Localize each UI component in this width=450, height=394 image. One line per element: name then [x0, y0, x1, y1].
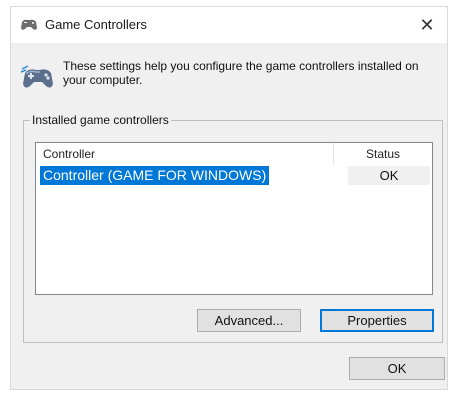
- window-title: Game Controllers: [45, 17, 147, 32]
- gamepad-icon: [19, 18, 39, 32]
- game-controllers-dialog: Game Controllers ✕ These settings help y…: [10, 6, 448, 390]
- ok-button[interactable]: OK: [349, 357, 445, 380]
- gamepad-icon: [20, 63, 56, 93]
- group-label: Installed game controllers: [30, 113, 171, 127]
- close-icon: ✕: [419, 14, 435, 35]
- properties-button[interactable]: Properties: [320, 309, 434, 332]
- controller-status-cell: OK: [348, 166, 430, 185]
- column-header-controller[interactable]: Controller: [36, 143, 333, 165]
- controllers-list[interactable]: Controller Status Controller (GAME FOR W…: [35, 142, 433, 295]
- advanced-button[interactable]: Advanced...: [197, 309, 301, 332]
- table-row[interactable]: Controller (GAME FOR WINDOWS) OK: [36, 165, 432, 187]
- description-text: These settings help you configure the ga…: [63, 59, 419, 87]
- title-bar: Game Controllers ✕: [11, 7, 447, 43]
- installed-controllers-group: Installed game controllers Controller St…: [23, 113, 443, 343]
- close-button[interactable]: ✕: [409, 7, 445, 43]
- column-header-status[interactable]: Status: [333, 143, 432, 165]
- controller-name-cell[interactable]: Controller (GAME FOR WINDOWS): [40, 166, 270, 185]
